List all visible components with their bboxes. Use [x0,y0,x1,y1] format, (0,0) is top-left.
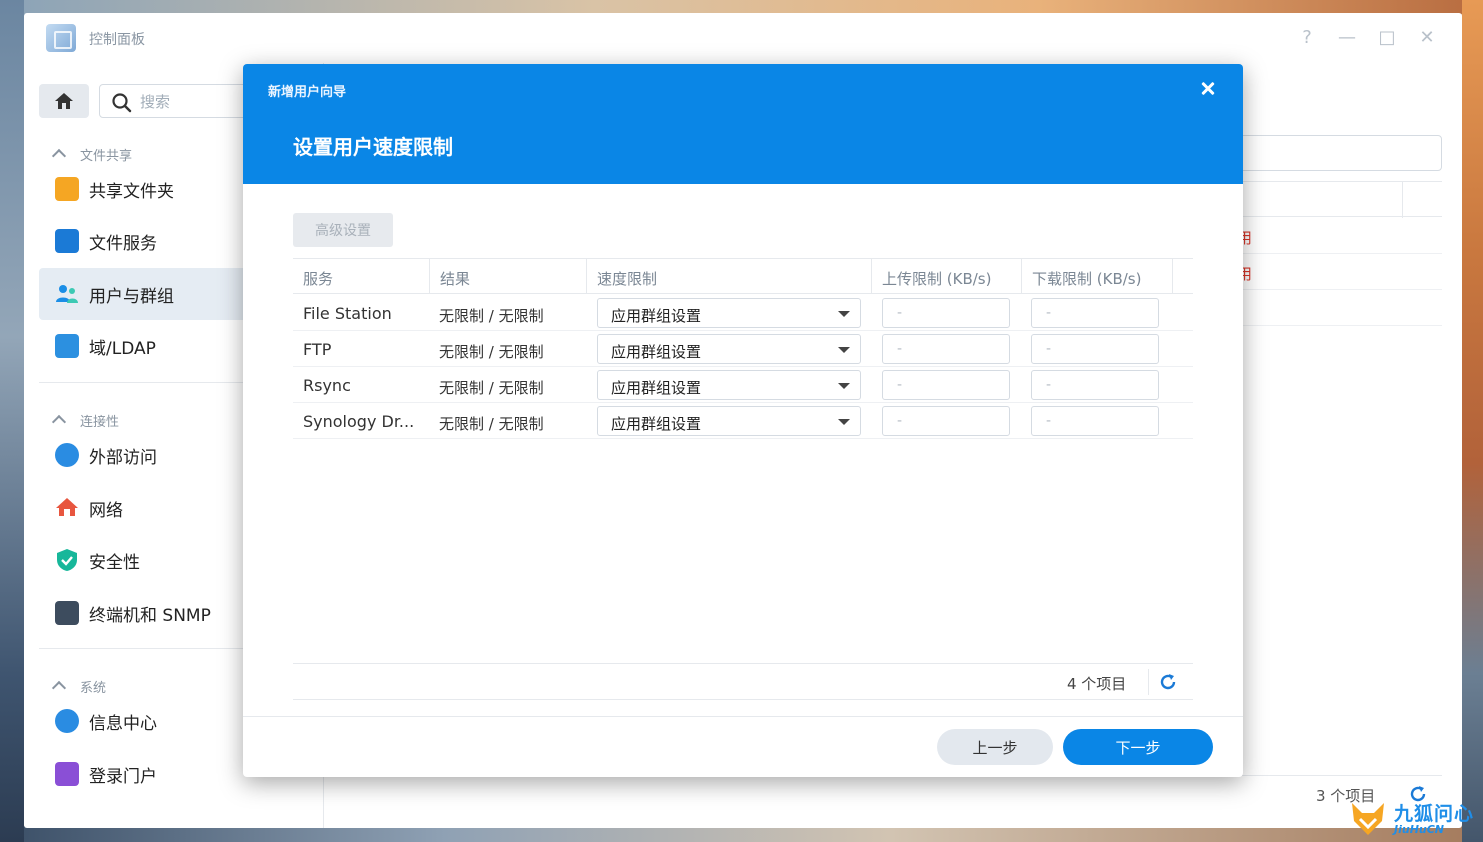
refresh-icon[interactable] [1158,672,1178,692]
service-name: Synology Dr... [303,412,415,431]
result-value: 无限制 / 无限制 [439,343,544,361]
caret-down-icon [838,383,850,389]
home-icon [55,93,73,109]
close-icon[interactable] [1193,76,1223,102]
chevron-up-icon [51,148,67,164]
watermark-logo: 九狐问心 JiuHuCN [1348,797,1478,841]
download-limit-input[interactable]: - [1031,298,1159,328]
table-row[interactable]: File Station 无限制 / 无限制 应用群组设置 - - [293,295,1193,331]
chevron-up-icon [51,414,67,430]
table-row[interactable]: Rsync 无限制 / 无限制 应用群组设置 - - [293,367,1193,403]
fox-logo-icon [1352,803,1384,835]
minimize-icon[interactable]: — [1334,25,1360,51]
table-row[interactable]: Synology Dr... 无限制 / 无限制 应用群组设置 - - [293,403,1193,439]
download-limit-input[interactable]: - [1031,370,1159,400]
desktop-wallpaper-right [1462,0,1483,842]
upload-limit-input[interactable]: - [882,298,1010,328]
external-access-icon [55,443,79,467]
terminal-icon [55,601,79,625]
caret-down-icon [838,419,850,425]
desktop-wallpaper-left [0,0,24,842]
advanced-settings-button[interactable]: 高级设置 [293,213,393,247]
result-value: 无限制 / 无限制 [439,379,544,397]
caret-down-icon [838,311,850,317]
column-header-result[interactable]: 结果 [440,268,470,289]
maximize-icon[interactable]: □ [1374,25,1400,51]
file-services-icon [55,229,79,253]
home-button[interactable] [39,84,89,118]
add-user-wizard-dialog: 新增用户向导 设置用户速度限制 高级设置 服务 结果 速度限制 上传限制 (KB… [243,64,1243,777]
network-home-icon [55,496,79,520]
speed-limit-dropdown[interactable]: 应用群组设置 [597,298,861,328]
service-name: File Station [303,304,392,323]
next-step-button[interactable]: 下一步 [1063,729,1213,765]
wizard-footer: 上一步 下一步 [243,716,1243,777]
column-header-service[interactable]: 服务 [303,268,333,289]
window-title: 控制面板 [89,32,145,48]
speed-limit-dropdown[interactable]: 应用群组设置 [597,370,861,400]
help-icon[interactable]: ? [1294,25,1320,51]
close-window-icon[interactable]: ✕ [1414,25,1440,51]
download-limit-input[interactable]: - [1031,334,1159,364]
folder-icon [55,177,79,201]
chevron-up-icon [51,680,67,696]
shield-icon [55,548,79,572]
step-title: 设置用户速度限制 [293,135,453,159]
upload-limit-input[interactable]: - [882,334,1010,364]
caret-down-icon [838,347,850,353]
upload-limit-input[interactable]: - [882,370,1010,400]
table-row[interactable]: FTP 无限制 / 无限制 应用群组设置 - - [293,331,1193,367]
item-count: 4 个项目 [1067,675,1127,693]
search-icon [112,93,132,113]
users-icon [55,282,79,306]
info-icon [55,709,79,733]
result-value: 无限制 / 无限制 [439,307,544,325]
service-name: Rsync [303,376,351,395]
wizard-header: 新增用户向导 设置用户速度限制 [243,64,1243,184]
control-panel-app-icon [46,24,76,52]
wizard-title: 新增用户向导 [268,85,347,100]
column-header-upload-limit[interactable]: 上传限制 (KB/s) [882,268,991,289]
column-header-download-limit[interactable]: 下载限制 (KB/s) [1032,268,1141,289]
domain-icon [55,334,79,358]
desktop-wallpaper-top [0,0,1483,14]
table-header: 服务 结果 速度限制 上传限制 (KB/s) 下载限制 (KB/s) [293,258,1193,294]
upload-limit-input[interactable]: - [882,406,1010,436]
user-table-footer: 3 个项目 [344,775,1442,813]
login-portal-icon [55,762,79,786]
previous-step-button[interactable]: 上一步 [937,729,1053,765]
speed-limit-dropdown[interactable]: 应用群组设置 [597,334,861,364]
result-value: 无限制 / 无限制 [439,415,544,433]
window-titlebar[interactable]: 控制面板 ? — □ ✕ [24,13,1462,63]
desktop-wallpaper-bottom [0,826,1483,842]
table-footer: 4 个项目 [293,663,1193,700]
column-header-speed-limit[interactable]: 速度限制 [597,268,657,289]
speed-limit-dropdown[interactable]: 应用群组设置 [597,406,861,436]
service-name: FTP [303,340,332,359]
download-limit-input[interactable]: - [1031,406,1159,436]
